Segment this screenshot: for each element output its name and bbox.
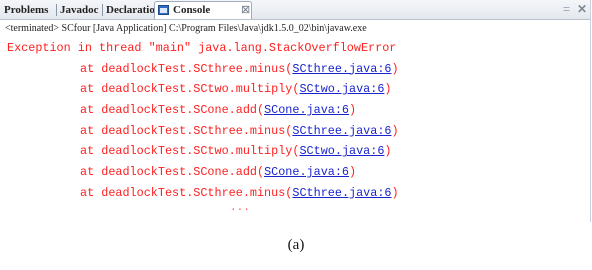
stack-frame-line: at deadlockTest.SCone.add(SCone.java:6): [0, 162, 590, 183]
source-link[interactable]: SCtwo.java:6: [299, 82, 384, 96]
stack-frame-method: at deadlockTest.SCthree.minus(: [80, 185, 293, 200]
console-view: Problems Javadoc Declaration Console ⊠ =…: [0, 0, 591, 222]
exception-line: Exception in thread "main" java.lang.Sta…: [7, 41, 397, 55]
stack-frame-close-paren: ): [384, 82, 392, 97]
stack-frame-method: at deadlockTest.SCone.add(: [80, 165, 265, 180]
stack-frame-line: at deadlockTest.SCtwo.multiply(SCtwo.jav…: [0, 141, 590, 162]
tab-declaration[interactable]: Declaration: [106, 2, 161, 18]
tab-separator: [102, 4, 103, 16]
close-view-icon[interactable]: ✕: [577, 2, 587, 16]
stack-frame-line: at deadlockTest.SCthree.minus(SCthree.ja…: [0, 59, 590, 80]
stack-frame-close-paren: ): [349, 103, 357, 118]
view-tab-bar: Problems Javadoc Declaration Console ⊠ =…: [0, 0, 590, 20]
console-output: Exception in thread "main" java.lang.Sta…: [0, 38, 590, 218]
truncation-ellipsis: ...: [230, 201, 250, 214]
source-link[interactable]: SCthree.java:6: [292, 62, 391, 76]
stack-frame-method: at deadlockTest.SCthree.minus(: [80, 123, 293, 138]
stack-frame-close-paren: ): [384, 144, 392, 159]
source-link[interactable]: SCone.java:6: [264, 165, 349, 179]
stack-frame-line: at deadlockTest.SCtwo.multiply(SCtwo.jav…: [0, 79, 590, 100]
stack-frame-method: at deadlockTest.SCtwo.multiply(: [80, 82, 300, 97]
console-status-line: <terminated> SCfour [Java Application] C…: [5, 23, 367, 34]
stack-frame-method: at deadlockTest.SCtwo.multiply(: [80, 144, 300, 159]
source-link[interactable]: SCthree.java:6: [292, 186, 391, 200]
console-icon: [158, 5, 169, 15]
stack-frame-line: at deadlockTest.SCone.add(SCone.java:6): [0, 100, 590, 121]
stack-frame-method: at deadlockTest.SCthree.minus(: [80, 61, 293, 76]
figure-caption: (a): [287, 237, 305, 253]
source-link[interactable]: SCtwo.java:6: [299, 144, 384, 158]
stack-frame-close-paren: ): [391, 61, 399, 76]
stack-frame-line: at deadlockTest.SCthree.minus(SCthree.ja…: [0, 121, 590, 142]
tab-javadoc[interactable]: Javadoc: [60, 2, 99, 18]
tab-console[interactable]: Console ⊠: [154, 1, 252, 19]
source-link[interactable]: SCthree.java:6: [292, 124, 391, 138]
minimize-icon[interactable]: =: [563, 2, 570, 16]
tab-problems[interactable]: Problems: [4, 2, 48, 18]
tab-separator: [56, 4, 57, 16]
stack-frame-close-paren: ): [391, 185, 399, 200]
tab-console-label: Console: [173, 4, 211, 16]
stack-frame-method: at deadlockTest.SCone.add(: [80, 103, 265, 118]
stack-frame-close-paren: ): [391, 123, 399, 138]
stack-frame-line: at deadlockTest.SCthree.minus(SCthree.ja…: [0, 183, 590, 204]
stack-frame-close-paren: ): [349, 165, 357, 180]
close-tab-icon[interactable]: ⊠: [241, 2, 250, 19]
source-link[interactable]: SCone.java:6: [264, 103, 349, 117]
